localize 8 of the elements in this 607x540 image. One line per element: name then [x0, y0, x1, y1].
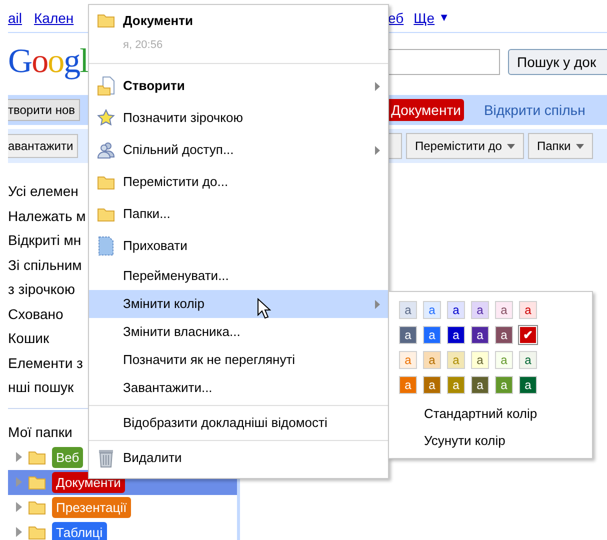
menu-title: Документи [123, 12, 193, 30]
section-title: Мої папки [8, 422, 72, 442]
logo: Googl [8, 43, 88, 80]
folder-label: Таблиці [52, 522, 107, 540]
folder-label: Презентації [52, 496, 131, 518]
menu-subtitle: я, 20:56 [123, 38, 164, 52]
folder-label: Веб [52, 446, 84, 468]
folder-badge: Документи [388, 99, 464, 121]
